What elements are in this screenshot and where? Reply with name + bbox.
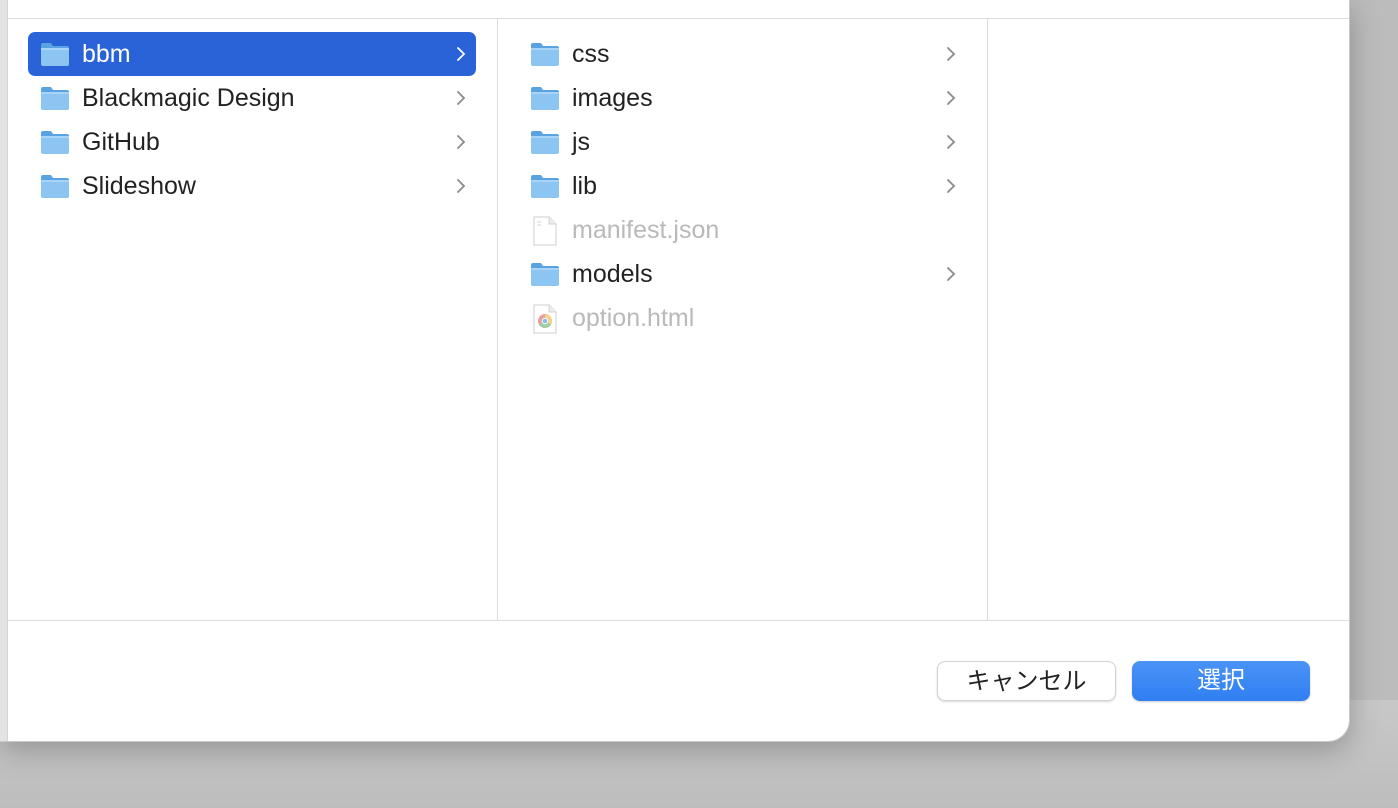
folder-row-blackmagic-design[interactable]: Blackmagic Design [28, 76, 476, 120]
cancel-button[interactable]: キャンセル [937, 661, 1116, 701]
document-icon [533, 216, 557, 246]
folder-row-bbm[interactable]: bbm [28, 32, 476, 76]
file-row-manifest-json: manifest.json [518, 208, 966, 252]
chevron-right-icon [457, 47, 466, 61]
chevron-right-icon [457, 91, 466, 105]
folder-icon [531, 263, 559, 286]
browser-column-3[interactable] [988, 19, 1349, 620]
folder-row-lib[interactable]: lib [518, 164, 966, 208]
chevron-right-icon [947, 135, 956, 149]
folder-label: Slideshow [82, 172, 196, 200]
sidebar-edge [0, 0, 8, 741]
browser-column-2[interactable]: css images js lib manifest.json models o… [498, 19, 988, 620]
open-panel-dialog: bbm Blackmagic Design GitHub Slideshow c… [0, 0, 1350, 742]
footer-divider [8, 620, 1349, 621]
folder-row-js[interactable]: js [518, 120, 966, 164]
chevron-right-icon [457, 179, 466, 193]
folder-label: js [572, 128, 591, 156]
chevron-right-icon [947, 47, 956, 61]
folder-label: GitHub [82, 128, 160, 156]
browser-column-1[interactable]: bbm Blackmagic Design GitHub Slideshow [8, 19, 498, 620]
folder-icon [531, 175, 559, 198]
folder-icon [531, 87, 559, 110]
folder-icon [41, 87, 69, 110]
folder-label: Blackmagic Design [82, 84, 295, 112]
chevron-right-icon [457, 135, 466, 149]
folder-label: css [572, 40, 610, 68]
folder-row-models[interactable]: models [518, 252, 966, 296]
folder-row-github[interactable]: GitHub [28, 120, 476, 164]
folder-icon [41, 43, 69, 66]
folder-label: lib [572, 172, 598, 200]
folder-icon [41, 131, 69, 154]
choose-button[interactable]: 選択 [1132, 661, 1310, 701]
file-label: option.html [572, 304, 695, 332]
folder-label: models [572, 260, 653, 288]
folder-label: images [572, 84, 653, 112]
column-browser: bbm Blackmagic Design GitHub Slideshow c… [8, 19, 1349, 620]
folder-row-slideshow[interactable]: Slideshow [28, 164, 476, 208]
folder-label: bbm [82, 40, 131, 68]
chrome-html-icon [533, 304, 557, 334]
folder-icon [531, 43, 559, 66]
file-row-option-html: option.html [518, 296, 966, 340]
folder-row-css[interactable]: css [518, 32, 966, 76]
file-label: manifest.json [572, 216, 720, 244]
folder-row-images[interactable]: images [518, 76, 966, 120]
chevron-right-icon [947, 267, 956, 281]
folder-icon [531, 131, 559, 154]
chevron-right-icon [947, 91, 956, 105]
chevron-right-icon [947, 179, 956, 193]
folder-icon [41, 175, 69, 198]
